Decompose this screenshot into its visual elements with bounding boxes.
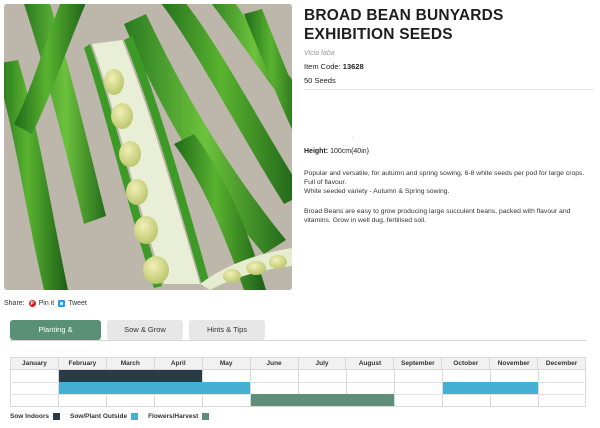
tweet-button[interactable]: Tweet <box>58 300 87 307</box>
planting-calendar: January February March April May June July Augu… <box>10 357 586 407</box>
month-january: January <box>21 360 47 367</box>
tab-hints-tips[interactable]: Hints & Tips <box>189 320 265 340</box>
month-december: December <box>537 358 585 369</box>
description-para-2: White seeded variety - Autumn & Spring s… <box>304 188 450 195</box>
legend-sow-indoors-label: Sow Indoors <box>10 413 49 420</box>
pinterest-icon: P <box>28 300 36 307</box>
legend-sow-outside-swatch <box>131 413 139 420</box>
month-august: August <box>345 358 393 369</box>
calendar-legend: Sow Indoors Sow/Plant Outside Flowers/Ha… <box>10 413 219 420</box>
legend-sow-indoors: Sow Indoors <box>10 413 60 420</box>
info-tabs: Planting & Harvesting Sow & Grow Hints &… <box>10 320 265 354</box>
month-may: May <box>201 358 250 369</box>
tab-divider <box>10 340 586 341</box>
legend-sow-outside: Sow/Plant Outside <box>70 413 139 420</box>
legend-sow-indoors-swatch <box>53 413 60 420</box>
legend-flowers-harvest-label: Flowers/Harvest <box>148 413 199 420</box>
tab-planting-harvesting[interactable]: Planting & Harvesting <box>10 320 101 354</box>
description-para-3: Broad Beans are easy to grow producing l… <box>304 208 571 224</box>
calendar-grid <box>10 369 586 407</box>
pack-size: 50 Seeds <box>304 76 594 90</box>
legend-flowers-harvest: Flowers/Harvest <box>148 413 210 420</box>
month-april: April <box>153 358 202 369</box>
separator-dot: . <box>352 134 354 140</box>
height-label: Height: <box>304 148 329 155</box>
broad-bean-pods-image <box>4 4 292 290</box>
calendar-month-header: January February March April May June July Augu… <box>10 357 586 369</box>
product-details: BROAD BEAN BUNYARDS EXHIBITION SEEDS Vic… <box>304 6 594 224</box>
legend-sow-outside-label: Sow/Plant Outside <box>70 413 128 420</box>
share-label: Share: <box>4 300 25 307</box>
month-july: July <box>297 358 346 369</box>
product-title: BROAD BEAN BUNYARDS EXHIBITION SEEDS <box>304 7 504 43</box>
tab-sow-grow[interactable]: Sow & Grow <box>107 320 183 340</box>
calendar-bar-sow-plant-outside <box>59 382 250 394</box>
item-code-value: 13628 <box>342 62 364 71</box>
item-code: Item Code: 13628 <box>304 62 594 71</box>
month-march: March <box>105 358 154 369</box>
calendar-bar-sow-indoors <box>59 370 202 382</box>
calendar-bar-sow-plant-outside <box>443 382 538 394</box>
month-june: June <box>249 358 298 369</box>
legend-flowers-harvest-swatch <box>202 413 210 420</box>
product-description: Popular and versatile, for autumn and sp… <box>304 169 592 225</box>
height-value: 100cm(40in) <box>330 148 369 155</box>
calendar-column-line <box>394 370 395 406</box>
latin-name: Vicia faba <box>304 50 335 57</box>
pin-it-label: Pin it <box>38 300 55 307</box>
twitter-icon <box>58 300 66 307</box>
pin-it-button[interactable]: P Pin it <box>28 300 55 307</box>
month-february: February <box>57 358 106 369</box>
calendar-bar-flowers-harvest <box>251 394 394 406</box>
plant-height: Height: 100cm(40in) <box>304 148 369 155</box>
month-october: October <box>441 358 489 369</box>
item-code-label: Item Code: <box>304 62 341 71</box>
month-november: November <box>489 358 537 369</box>
calendar-column-line <box>538 370 539 406</box>
description-para-1: Popular and versatile, for autumn and sp… <box>304 170 585 186</box>
product-image <box>4 4 292 290</box>
share-bar: Share: P Pin it Tweet <box>4 300 87 307</box>
month-september: September <box>393 358 441 369</box>
tweet-label: Tweet <box>68 300 87 307</box>
